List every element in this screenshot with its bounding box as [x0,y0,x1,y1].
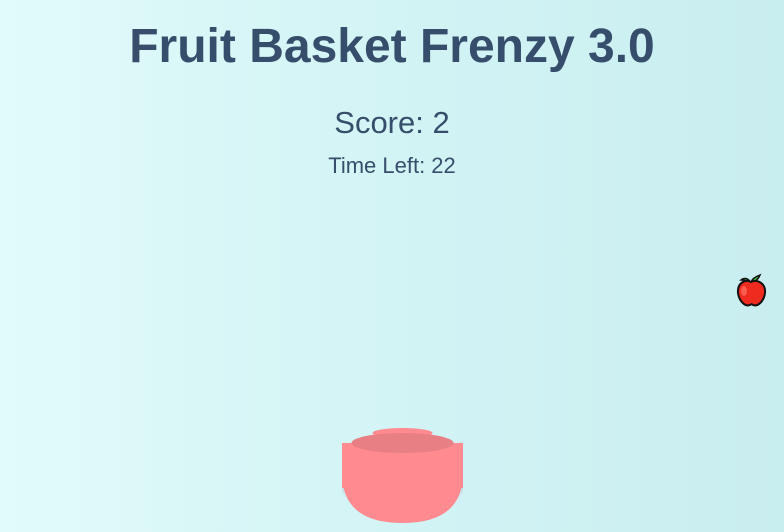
falling-apple [733,272,769,308]
score-display: Score: 2 [334,105,450,140]
time-left-display: Time Left: 22 [328,153,456,178]
background-band-middle [0,181,784,362]
apple-icon [736,273,767,307]
game-title: Fruit Basket Frenzy 3.0 [129,20,655,73]
player-basket[interactable] [342,428,463,524]
basket-icon [342,428,463,523]
